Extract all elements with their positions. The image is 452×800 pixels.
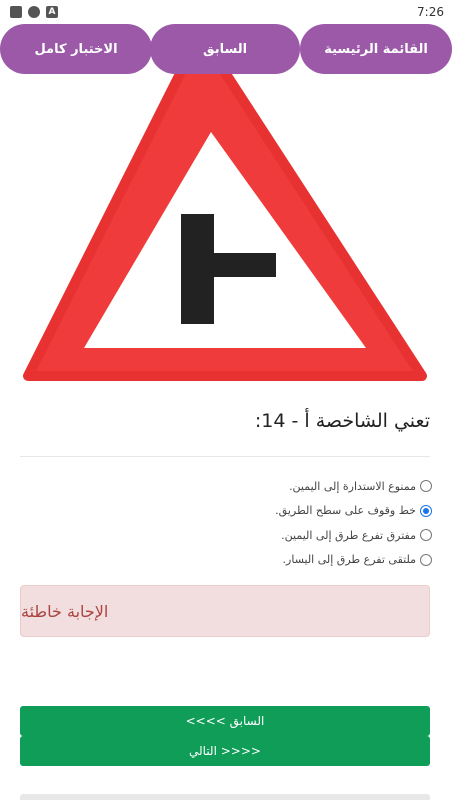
result-text: الإجابة خاطئة [21,601,109,621]
option-label: خط وقوف على سطح الطريق. [275,504,416,517]
answer-options: ممنوع الاستدارة إلى اليمين. خط وقوف على … [52,474,432,572]
previous-question-button[interactable]: <<<< السابق [20,706,430,736]
result-alert: الإجابة خاطئة [20,585,430,637]
radio-button[interactable] [420,553,432,566]
option-label: مفترق تفرع طرق إلى اليمين. [281,528,416,542]
a-icon: A [46,6,58,18]
bottom-divider [20,794,430,800]
status-time: 7:26 [417,5,444,19]
square-icon [10,6,22,18]
answer-option-3[interactable]: مفترق تفرع طرق إلى اليمين. [52,523,432,547]
option-label: ملتقى تفرع طرق إلى اليسار. [282,553,416,566]
next-question-button[interactable]: التالي >>>> [20,736,430,766]
question-text: تعني الشاخصة أ - 14: [254,410,430,432]
circle-icon [28,6,40,18]
radio-button[interactable] [420,529,432,541]
option-label: ممنوع الاستدارة إلى اليمين. [289,479,416,493]
traffic-sign-image [20,29,430,392]
answer-option-4[interactable]: ملتقى تفرع طرق إلى اليسار. [52,548,432,572]
screen: A 7:26 الاختبار كامل السابق القائمة الرئ… [0,0,452,800]
answer-option-1[interactable]: ممنوع الاستدارة إلى اليمين. [52,474,432,498]
divider [20,456,430,457]
radio-button-selected[interactable] [420,504,432,517]
radio-button[interactable] [420,480,432,492]
main-menu-button[interactable]: القائمة الرئيسية [300,24,452,74]
answer-option-2[interactable]: خط وقوف على سطح الطريق. [52,499,432,523]
status-bar: A 7:26 [0,0,452,24]
full-exam-button[interactable]: الاختبار كامل [0,24,152,74]
side-road-right-sign [23,29,427,381]
status-icons: A [10,6,58,18]
previous-nav-button[interactable]: السابق [150,24,300,74]
